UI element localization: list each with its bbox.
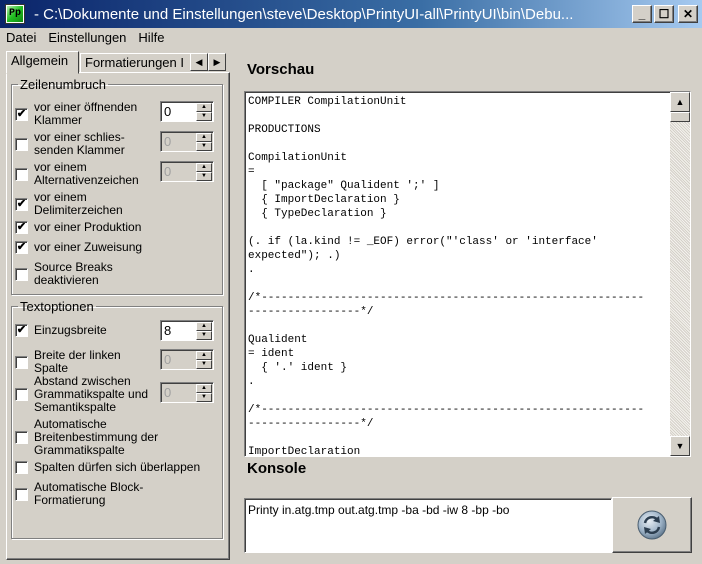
console-title: Konsole <box>247 460 307 477</box>
checkbox[interactable] <box>15 355 28 369</box>
option-label: vor einem Alternativenzeichen <box>34 160 139 187</box>
open-bracket-spinner[interactable]: 0 ▲ ▼ <box>160 101 214 122</box>
left-column-spinner: 0 ▲ ▼ <box>160 349 214 370</box>
preview-content: COMPILER CompilationUnit PRODUCTIONS Com… <box>248 96 645 457</box>
line-break-group-title: Zeilenumbruch <box>20 77 106 92</box>
text-options-group-title: Textoptionen <box>20 299 94 314</box>
option-label: Automatische Block-Formatierung <box>34 480 144 507</box>
close-button[interactable]: ✕ <box>678 5 698 23</box>
spinner-value[interactable]: 0 <box>161 102 195 121</box>
menu-bar: Datei Einstellungen Hilfe <box>0 28 170 48</box>
option-assignment[interactable]: ✔ vor einer Zuweisung <box>15 241 215 254</box>
tab-allgemein[interactable]: Allgemein <box>6 51 79 74</box>
checkbox[interactable] <box>15 267 28 281</box>
checkbox[interactable] <box>15 167 28 181</box>
spinner-value: 0 <box>164 164 172 179</box>
preview-scrollbar[interactable]: ▲ ▼ <box>670 92 690 456</box>
scroll-thumb[interactable] <box>670 112 690 122</box>
checkbox[interactable]: ✔ <box>15 107 28 121</box>
spinner-value[interactable]: 8 <box>161 321 195 340</box>
menu-hilfe[interactable]: Hilfe <box>132 28 170 48</box>
spin-up-icon: ▲ <box>196 133 212 142</box>
spin-up-icon: ▲ <box>196 384 212 393</box>
tab-scroll-left-button[interactable]: ◀ <box>190 53 208 71</box>
spin-down-icon: ▼ <box>196 360 212 369</box>
option-production[interactable]: ✔ vor einer Produktion <box>15 221 215 234</box>
menu-einstellungen[interactable]: Einstellungen <box>42 28 132 48</box>
option-label: Spalten dürfen sich überlappen <box>34 460 201 474</box>
tab-scroll-right-button[interactable]: ▶ <box>208 53 226 71</box>
checkbox[interactable]: ✔ <box>15 197 28 211</box>
checkbox[interactable]: ✔ <box>15 241 28 254</box>
column-spacing-spinner: 0 ▲ ▼ <box>160 382 214 403</box>
option-label: vor einer Zuweisung <box>34 240 143 254</box>
spin-down-icon: ▼ <box>196 172 212 181</box>
option-label: vor einer öffnenden Klammer <box>34 100 138 127</box>
option-label: Breite der linken Spalte <box>34 348 121 375</box>
menu-datei[interactable]: Datei <box>0 28 42 48</box>
option-label: Source Breaks deaktivieren <box>34 260 113 287</box>
spin-up-icon: ▲ <box>196 351 212 360</box>
spinner-value: 0 <box>164 352 172 367</box>
spin-up-icon[interactable]: ▲ <box>196 103 212 112</box>
option-label: Einzugsbreite <box>34 323 107 337</box>
spinner-value: 0 <box>164 134 172 149</box>
spin-up-icon: ▲ <box>196 163 212 172</box>
checkbox[interactable] <box>15 431 28 444</box>
spinner-value: 0 <box>164 385 172 400</box>
option-delimiter[interactable]: ✔ vor einem Delimiterzeichen <box>15 191 215 217</box>
title-bar: Pp - C:\Dokumente und Einstellungen\stev… <box>0 0 702 28</box>
checkbox[interactable] <box>15 388 28 401</box>
tab-panel-allgemein: Zeilenumbruch ✔ vor einer öffnenden Klam… <box>6 72 230 560</box>
alternative-spinner: 0 ▲ ▼ <box>160 161 214 182</box>
option-source-breaks[interactable]: Source Breaks deaktivieren <box>15 261 215 287</box>
preview-title: Vorschau <box>247 61 315 78</box>
indent-width-spinner[interactable]: 8 ▲ ▼ <box>160 320 214 341</box>
option-label: Abstand zwischen Grammatikspalte und Sem… <box>34 374 149 414</box>
option-label: vor einer schlies- senden Klammer <box>34 130 125 157</box>
refresh-button[interactable] <box>612 497 692 553</box>
scroll-down-icon[interactable]: ▼ <box>670 436 690 456</box>
checkbox[interactable] <box>15 461 28 474</box>
option-label: vor einem Delimiterzeichen <box>34 190 123 217</box>
option-auto-block[interactable]: Automatische Block-Formatierung <box>15 481 215 507</box>
checkbox[interactable]: ✔ <box>15 324 28 337</box>
option-label: Automatische Breitenbestimmung der Gramm… <box>34 417 159 457</box>
scroll-up-icon[interactable]: ▲ <box>670 92 690 112</box>
refresh-icon <box>637 510 667 540</box>
spin-down-icon[interactable]: ▼ <box>196 112 212 121</box>
close-bracket-spinner: 0 ▲ ▼ <box>160 131 214 152</box>
spin-down-icon[interactable]: ▼ <box>196 331 212 340</box>
spin-down-icon: ▼ <box>196 142 212 151</box>
option-auto-width[interactable]: Automatische Breitenbestimmung der Gramm… <box>15 418 215 457</box>
checkbox[interactable]: ✔ <box>15 221 28 234</box>
checkbox[interactable] <box>15 137 28 151</box>
console-output[interactable]: Printy in.atg.tmp out.atg.tmp -ba -bd -i… <box>244 498 612 553</box>
window-title: - C:\Dokumente und Einstellungen\steve\D… <box>34 5 574 23</box>
option-label: vor einer Produktion <box>34 220 142 234</box>
option-columns-overlap[interactable]: Spalten dürfen sich überlappen <box>15 461 215 474</box>
maximize-button[interactable]: ☐ <box>654 5 674 23</box>
checkbox[interactable] <box>15 487 28 501</box>
app-icon: Pp <box>6 5 24 23</box>
tab-formatierungen[interactable]: Formatierungen I <box>80 53 190 73</box>
tab-strip: Allgemein Formatierungen I ◀ ▶ <box>6 51 230 74</box>
preview-textarea[interactable]: COMPILER CompilationUnit PRODUCTIONS Com… <box>244 91 691 457</box>
spin-down-icon: ▼ <box>196 393 212 402</box>
spin-up-icon[interactable]: ▲ <box>196 322 212 331</box>
minimize-button[interactable]: _ <box>632 5 652 23</box>
